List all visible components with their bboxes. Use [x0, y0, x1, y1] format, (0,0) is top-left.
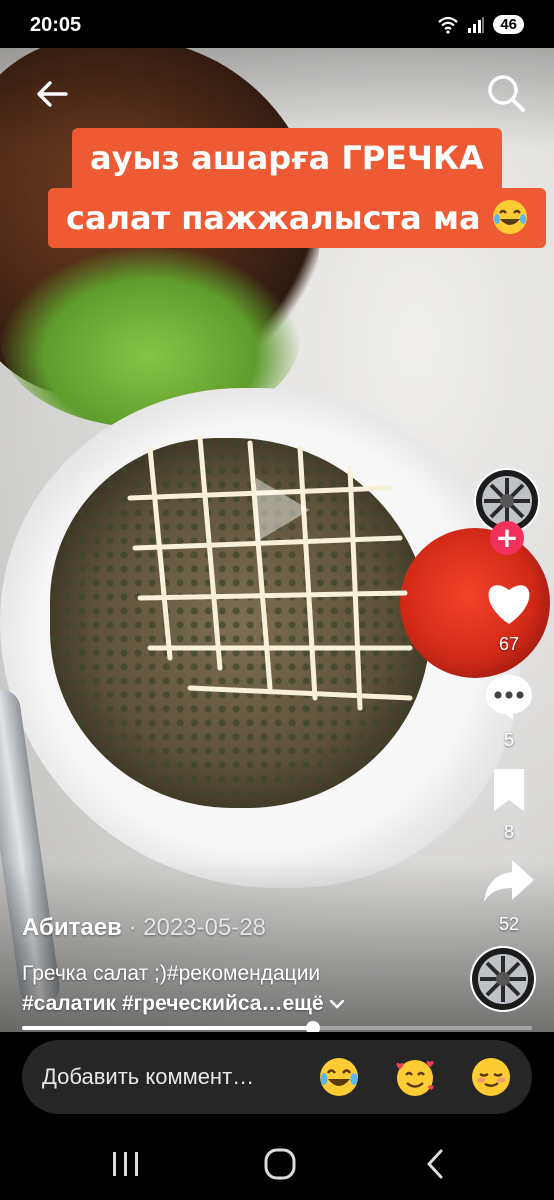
caption-line1-text: ауыз ашарға ГРЕЧКА	[90, 139, 484, 177]
heart-icon	[488, 585, 530, 624]
smiling-face-with-hearts-emoji-icon[interactable]	[394, 1056, 436, 1098]
back-nav-icon[interactable]	[414, 1142, 458, 1186]
like-count: 67	[498, 634, 520, 654]
description-hashtags[interactable]: #салатик #греческийса…	[22, 992, 282, 1015]
comment-placeholder: Добавить коммент…	[42, 1064, 255, 1089]
tears-of-joy-emoji-icon	[492, 200, 527, 234]
author-name[interactable]: Абитаев	[22, 914, 122, 941]
signal-icon	[468, 16, 485, 33]
bookmark-icon	[494, 769, 524, 811]
status-time: 20:05	[30, 14, 82, 36]
battery-indicator: 46	[493, 15, 524, 34]
follow-plus-button[interactable]: +	[490, 521, 524, 555]
comment-bubble-icon	[486, 675, 532, 720]
share-arrow-icon	[484, 860, 534, 902]
comment-count: 5	[503, 730, 514, 750]
chevron-down-icon[interactable]	[329, 998, 345, 1010]
status-icons: 46	[437, 15, 524, 34]
caption-sticker-line1: ауыз ашарға ГРЕЧКА	[72, 128, 502, 188]
comment-button[interactable]: 5	[470, 672, 548, 751]
system-nav-bar	[0, 1126, 554, 1200]
recent-apps-icon[interactable]	[104, 1142, 148, 1186]
see-more-link[interactable]: ещё	[282, 992, 323, 1015]
post-date: · 2023-05-28	[128, 914, 266, 941]
author-line[interactable]: Абитаев · 2023-05-28	[22, 914, 266, 942]
status-bar: 20:05 46	[0, 0, 554, 48]
back-arrow-icon[interactable]	[32, 74, 72, 114]
share-button[interactable]: 52	[470, 856, 548, 935]
wheel-rim-disc-icon	[472, 948, 534, 1010]
comment-input[interactable]: Добавить коммент…	[22, 1040, 532, 1114]
wifi-icon	[438, 16, 459, 34]
comment-bar: Добавить коммент…	[0, 1032, 554, 1126]
description-line1[interactable]: Гречка салат ;)#рекомендации	[22, 962, 320, 986]
search-icon[interactable]	[485, 72, 527, 114]
sound-disc[interactable]	[470, 946, 536, 1012]
video-progress-fill	[22, 1026, 313, 1030]
bookmark-count: 8	[503, 822, 514, 842]
caption-line2-text: салат пажжалыста ма	[66, 199, 481, 237]
share-count: 52	[498, 914, 520, 934]
play-icon[interactable]	[238, 470, 318, 550]
relieved-face-emoji-icon[interactable]	[470, 1056, 512, 1098]
video-progress-bar[interactable]	[22, 1021, 532, 1035]
tears-of-joy-emoji-icon[interactable]	[318, 1056, 360, 1098]
bookmark-button[interactable]: 8	[470, 766, 548, 843]
like-button[interactable]: 67	[470, 578, 548, 655]
description-line2[interactable]: #салатик #греческийса…ещё	[22, 992, 345, 1016]
caption-sticker-line2: салат пажжалыста ма	[48, 188, 546, 248]
home-icon[interactable]	[258, 1142, 302, 1186]
